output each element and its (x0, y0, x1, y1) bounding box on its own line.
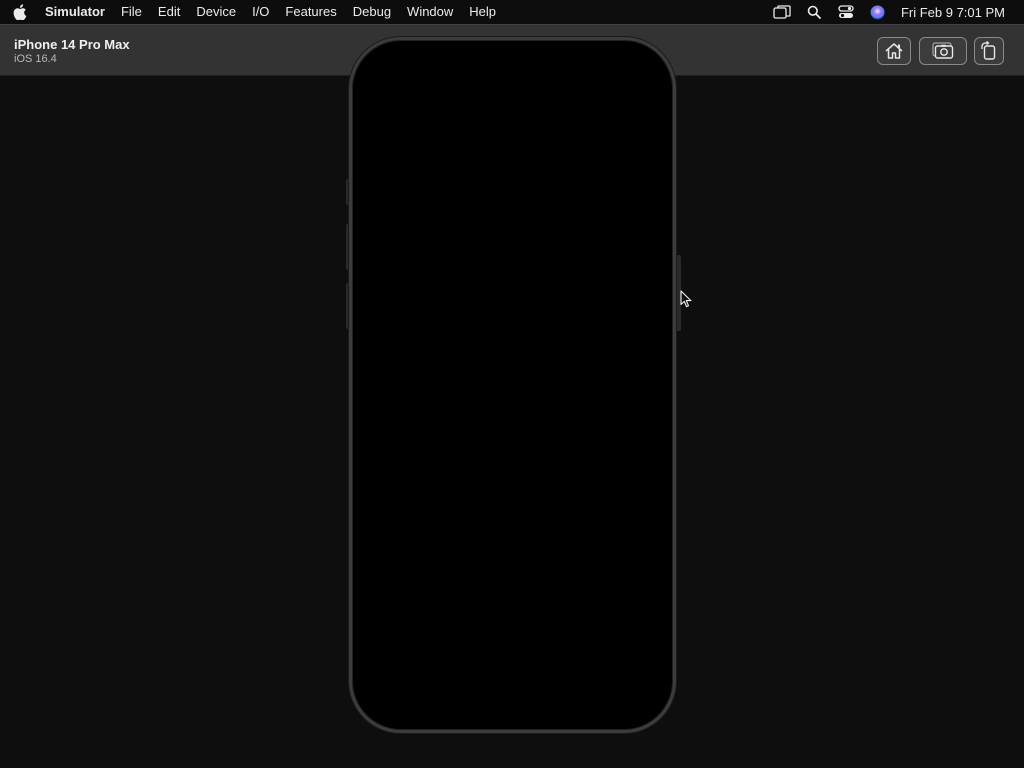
screenshot-camera-icon (932, 42, 954, 59)
control-center-icon[interactable] (830, 0, 862, 24)
screenshot-button[interactable] (919, 37, 967, 65)
menu-window[interactable]: Window (399, 0, 461, 24)
menu-edit[interactable]: Edit (150, 0, 188, 24)
device-screen[interactable] (357, 45, 668, 725)
menu-help[interactable]: Help (461, 0, 504, 24)
siri-icon[interactable] (862, 0, 894, 24)
home-icon (885, 43, 903, 59)
menu-bar: Simulator File Edit Device I/O Features … (0, 0, 1024, 24)
rotate-button[interactable] (974, 37, 1004, 65)
apple-logo-icon (13, 4, 27, 20)
iphone-device-frame (349, 37, 676, 733)
menu-bar-clock[interactable]: Fri Feb 9 7:01 PM (894, 5, 1024, 20)
menu-io[interactable]: I/O (244, 0, 277, 24)
screen-mirroring-icon[interactable] (766, 0, 798, 24)
os-version: iOS 16.4 (14, 53, 57, 65)
device-stage (0, 37, 1024, 768)
menu-bar-status-area: Fri Feb 9 7:01 PM (766, 0, 1024, 24)
home-button[interactable] (877, 37, 911, 65)
menu-simulator[interactable]: Simulator (40, 0, 113, 24)
menu-debug[interactable]: Debug (345, 0, 399, 24)
apple-menu[interactable] (0, 0, 40, 24)
rotate-icon (981, 41, 996, 60)
menu-features[interactable]: Features (277, 0, 344, 24)
mouse-cursor-icon (680, 290, 692, 308)
menu-device[interactable]: Device (188, 0, 244, 24)
device-name: iPhone 14 Pro Max (14, 37, 130, 52)
menu-file[interactable]: File (113, 0, 150, 24)
spotlight-search-icon[interactable] (798, 0, 830, 24)
